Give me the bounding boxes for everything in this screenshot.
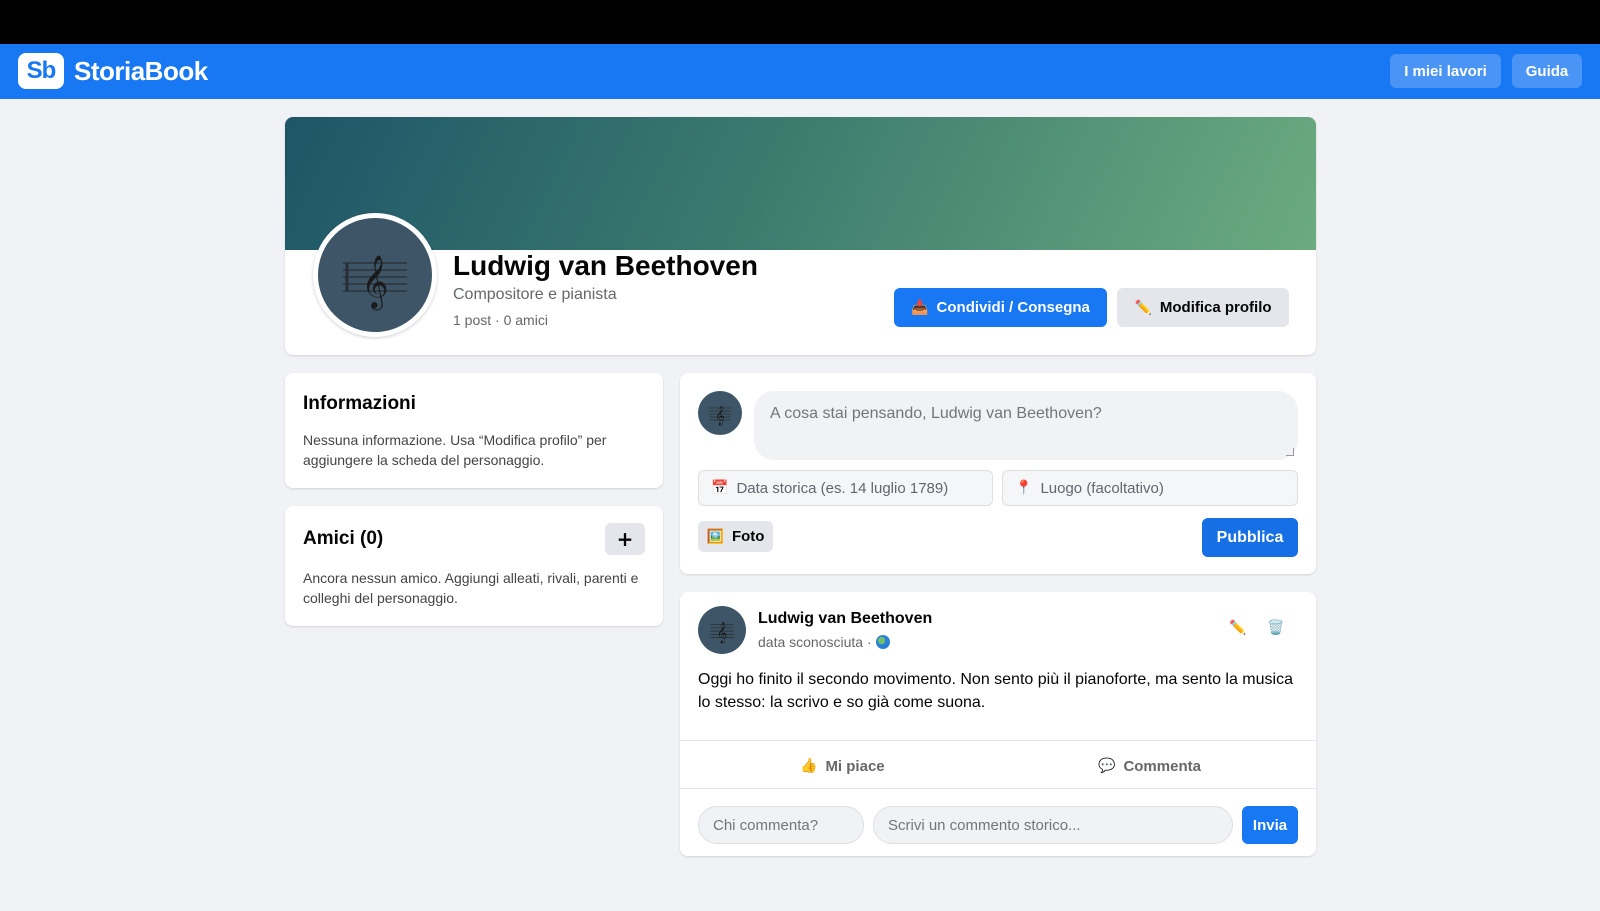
like-label: Mi piace [825,757,885,775]
profile-stats: 1 post · 0 amici [453,312,548,328]
post-composer-card: 𝄞 📅 Data storica (es. 14 luglio 1789) 📍 … [680,373,1316,574]
like-button[interactable]: 👍 Mi piace [800,747,885,785]
profile-avatar[interactable]: 𝄞 [313,213,437,337]
svg-text:𝄞: 𝄞 [361,254,388,310]
post-meta: data sconosciuta · [758,634,890,650]
post-text: Oggi ho finito il secondo movimento. Non… [698,671,1293,711]
comment-input[interactable] [873,806,1233,844]
add-friend-button[interactable]: + [605,523,645,555]
guide-button[interactable]: Guida [1512,54,1582,88]
inbox-tray-icon: 📥 [911,299,929,316]
calendar-icon: 📅 [711,480,729,496]
friends-title: Amici (0) [303,528,384,549]
svg-text:𝄞: 𝄞 [715,406,725,426]
edit-profile-button[interactable]: ✏️ Modifica profilo [1117,288,1289,327]
treble-clef-icon: 𝄞 [710,623,734,644]
post-text-input[interactable] [754,391,1298,460]
post-divider-top [680,740,1316,741]
profile-header-card: 𝄞 Ludwig van Beethoven Compositore e pia… [285,117,1316,355]
treble-clef-icon: 𝄞 [709,406,731,426]
logo-mark: Sb [18,53,64,89]
commenter-name-input[interactable] [698,806,864,844]
app-logo[interactable]: Sb StoriaBook [18,53,208,89]
svg-text:𝄞: 𝄞 [717,623,728,644]
pencil-icon: ✏️ [1134,299,1152,316]
app-name: StoriaBook [74,55,208,86]
pin-icon: 📍 [1015,480,1033,496]
edit-post-pencil-icon[interactable]: ✏️ [1228,618,1248,638]
edit-profile-label: Modifica profilo [1159,299,1272,316]
composer-avatar: 𝄞 [698,391,742,435]
share-deliver-label: Condividi / Consegna [936,299,1090,316]
textarea-resize-handle[interactable] [1286,448,1294,456]
profile-role: Compositore e pianista [453,286,617,303]
publish-button[interactable]: Pubblica [1202,518,1298,557]
historical-date-field[interactable]: 📅 Data storica (es. 14 luglio 1789) [698,470,993,506]
top-black-strip [0,0,1600,44]
treble-clef-icon: 𝄞 [343,254,407,310]
comment-button[interactable]: 💬 Commenta [1098,747,1201,785]
post-author-avatar[interactable]: 𝄞 [698,606,746,654]
cover-image [285,117,1316,250]
post-date: data sconosciuta · [758,634,872,650]
my-works-button[interactable]: I miei lavori [1390,54,1501,88]
globe-icon [875,635,890,649]
info-title: Informazioni [303,393,416,414]
info-text: Nessuna informazione. Usa “Modifica prof… [303,432,607,468]
thumbs-up-icon: 👍 [800,758,818,774]
post-divider-bottom [680,788,1316,789]
photo-button[interactable]: 🖼️ Foto [698,521,773,552]
profile-name: Ludwig van Beethoven [453,250,758,281]
picture-icon: 🖼️ [706,528,724,545]
post-card: 𝄞 Ludwig van Beethoven data sconosciuta … [680,592,1316,856]
place-field[interactable]: 📍 Luogo (facoltativo) [1002,470,1298,506]
friends-card: Amici (0) + Ancora nessun amico. Aggiung… [285,506,663,626]
info-card: Informazioni Nessuna informazione. Usa “… [285,373,663,488]
send-comment-button[interactable]: Invia [1242,806,1298,844]
top-navbar: Sb StoriaBook I miei lavori Guida [0,44,1600,99]
friends-empty-text: Ancora nessun amico. Aggiungi alleati, r… [303,570,639,606]
comment-label: Commenta [1123,757,1201,775]
historical-date-placeholder: Data storica (es. 14 luglio 1789) [736,479,949,497]
delete-post-trash-icon[interactable]: 🗑️ [1266,618,1286,638]
photo-label: Foto [731,528,765,545]
post-author-name[interactable]: Ludwig van Beethoven [758,610,932,628]
share-deliver-button[interactable]: 📥 Condividi / Consegna [894,288,1107,327]
speech-bubble-icon: 💬 [1098,758,1116,774]
place-placeholder: Luogo (facoltativo) [1040,479,1164,497]
